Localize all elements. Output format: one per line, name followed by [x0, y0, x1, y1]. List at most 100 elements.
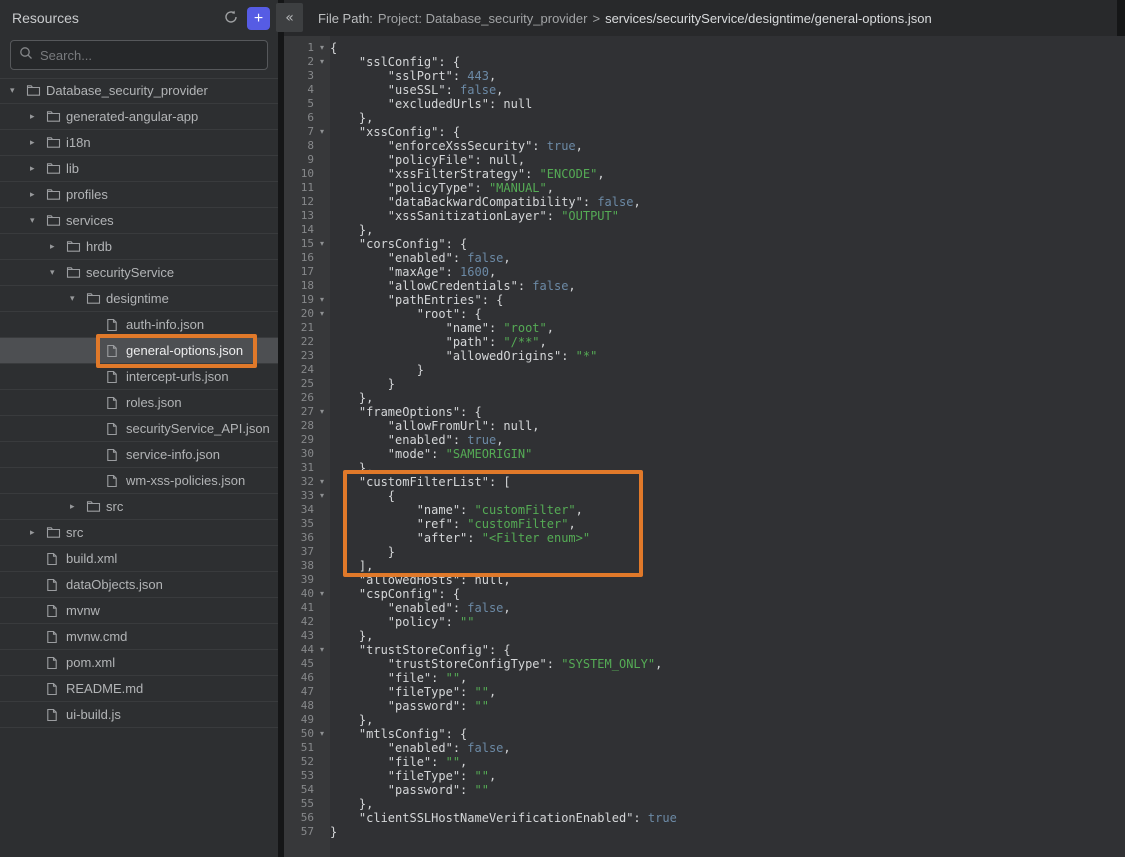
tree-item-designtime[interactable]: ▾designtime [0, 286, 278, 312]
code-line[interactable]: 14 }, [284, 223, 1125, 237]
code-line[interactable]: 36 "after": "<Filter enum>" [284, 531, 1125, 545]
code-line[interactable]: 12 "dataBackwardCompatibility": false, [284, 195, 1125, 209]
fold-chevron-down-icon[interactable]: ▾ [314, 643, 330, 657]
code-line[interactable]: 9 "policyFile": null, [284, 153, 1125, 167]
chevron-right-icon[interactable]: ▸ [30, 190, 46, 200]
fold-chevron-down-icon[interactable]: ▾ [314, 489, 330, 503]
tree-item-ui-build-js[interactable]: ui-build.js [0, 702, 278, 728]
fold-chevron-down-icon[interactable]: ▾ [314, 405, 330, 419]
code-line[interactable]: 38 ], [284, 559, 1125, 573]
tree-item-build-xml[interactable]: build.xml [0, 546, 278, 572]
code-line[interactable]: 32▾ "customFilterList": [ [284, 475, 1125, 489]
code-line[interactable]: 1▾{ [284, 41, 1125, 55]
code-line[interactable]: 46 "file": "", [284, 671, 1125, 685]
tree-item-auth-info-json[interactable]: auth-info.json [0, 312, 278, 338]
code-line[interactable]: 47 "fileType": "", [284, 685, 1125, 699]
code-line[interactable]: 42 "policy": "" [284, 615, 1125, 629]
chevron-down-icon[interactable]: ▾ [70, 294, 86, 304]
code-line[interactable]: 13 "xssSanitizationLayer": "OUTPUT" [284, 209, 1125, 223]
fold-chevron-down-icon[interactable]: ▾ [314, 727, 330, 741]
code-line[interactable]: 3 "sslPort": 443, [284, 69, 1125, 83]
code-line[interactable]: 53 "fileType": "", [284, 769, 1125, 783]
search-input[interactable] [40, 48, 259, 63]
code-line[interactable]: 25 } [284, 377, 1125, 391]
search-box[interactable] [10, 40, 268, 70]
code-line[interactable]: 33▾ { [284, 489, 1125, 503]
fold-chevron-down-icon[interactable]: ▾ [314, 293, 330, 307]
code-line[interactable]: 43 }, [284, 629, 1125, 643]
code-line[interactable]: 18 "allowCredentials": false, [284, 279, 1125, 293]
code-line[interactable]: 37 } [284, 545, 1125, 559]
chevron-right-icon[interactable]: ▸ [30, 138, 46, 148]
code-line[interactable]: 24 } [284, 363, 1125, 377]
code-line[interactable]: 49 }, [284, 713, 1125, 727]
fold-chevron-down-icon[interactable]: ▾ [314, 307, 330, 321]
code-line[interactable]: 21 "name": "root", [284, 321, 1125, 335]
code-line[interactable]: 16 "enabled": false, [284, 251, 1125, 265]
code-line[interactable]: 45 "trustStoreConfigType": "SYSTEM_ONLY"… [284, 657, 1125, 671]
fold-chevron-down-icon[interactable]: ▾ [314, 41, 330, 55]
chevron-right-icon[interactable]: ▸ [50, 242, 66, 252]
tree-item-profiles[interactable]: ▸profiles [0, 182, 278, 208]
refresh-button[interactable] [223, 9, 239, 28]
tree-item-hrdb[interactable]: ▸hrdb [0, 234, 278, 260]
code-line[interactable]: 34 "name": "customFilter", [284, 503, 1125, 517]
code-line[interactable]: 15▾ "corsConfig": { [284, 237, 1125, 251]
tree-item-readme-md[interactable]: README.md [0, 676, 278, 702]
code-line[interactable]: 54 "password": "" [284, 783, 1125, 797]
tree-item-i18n[interactable]: ▸i18n [0, 130, 278, 156]
code-line[interactable]: 51 "enabled": false, [284, 741, 1125, 755]
chevron-right-icon[interactable]: ▸ [30, 164, 46, 174]
tree-item-pom-xml[interactable]: pom.xml [0, 650, 278, 676]
code-line[interactable]: 2▾ "sslConfig": { [284, 55, 1125, 69]
tree-item-src[interactable]: ▸src [0, 494, 278, 520]
code-editor[interactable]: 1▾{2▾ "sslConfig": {3 "sslPort": 443,4 "… [284, 36, 1125, 857]
tree-item-mvnw-cmd[interactable]: mvnw.cmd [0, 624, 278, 650]
tree-item-dataobjects-json[interactable]: dataObjects.json [0, 572, 278, 598]
fold-chevron-down-icon[interactable]: ▾ [314, 55, 330, 69]
code-line[interactable]: 5 "excludedUrls": null [284, 97, 1125, 111]
code-line[interactable]: 17 "maxAge": 1600, [284, 265, 1125, 279]
tree-item-roles-json[interactable]: roles.json [0, 390, 278, 416]
code-line[interactable]: 31 }, [284, 461, 1125, 475]
fold-chevron-down-icon[interactable]: ▾ [314, 475, 330, 489]
tree-item-services[interactable]: ▾services [0, 208, 278, 234]
chevron-right-icon[interactable]: ▸ [30, 112, 46, 122]
code-line[interactable]: 35 "ref": "customFilter", [284, 517, 1125, 531]
chevron-right-icon[interactable]: ▸ [30, 528, 46, 538]
code-line[interactable]: 23 "allowedOrigins": "*" [284, 349, 1125, 363]
tree-item-securityservice-api-json[interactable]: securityService_API.json [0, 416, 278, 442]
code-line[interactable]: 41 "enabled": false, [284, 601, 1125, 615]
code-line[interactable]: 10 "xssFilterStrategy": "ENCODE", [284, 167, 1125, 181]
tree-item-general-options-json[interactable]: general-options.json [0, 338, 278, 364]
code-line[interactable]: 56 "clientSSLHostNameVerificationEnabled… [284, 811, 1125, 825]
chevron-right-icon[interactable]: ▸ [70, 502, 86, 512]
code-line[interactable]: 4 "useSSL": false, [284, 83, 1125, 97]
tree-item-generated-angular-app[interactable]: ▸generated-angular-app [0, 104, 278, 130]
tree-item-lib[interactable]: ▸lib [0, 156, 278, 182]
tree-item-src[interactable]: ▸src [0, 520, 278, 546]
code-line[interactable]: 6 }, [284, 111, 1125, 125]
code-line[interactable]: 50▾ "mtlsConfig": { [284, 727, 1125, 741]
code-line[interactable]: 55 }, [284, 797, 1125, 811]
fold-chevron-down-icon[interactable]: ▾ [314, 125, 330, 139]
fold-chevron-down-icon[interactable]: ▾ [314, 237, 330, 251]
code-line[interactable]: 20▾ "root": { [284, 307, 1125, 321]
code-line[interactable]: 11 "policyType": "MANUAL", [284, 181, 1125, 195]
code-line[interactable]: 52 "file": "", [284, 755, 1125, 769]
code-line[interactable]: 28 "allowFromUrl": null, [284, 419, 1125, 433]
code-line[interactable]: 57} [284, 825, 1125, 839]
tree-item-mvnw[interactable]: mvnw [0, 598, 278, 624]
fold-chevron-down-icon[interactable]: ▾ [314, 587, 330, 601]
code-line[interactable]: 22 "path": "/**", [284, 335, 1125, 349]
tree-item-securityservice[interactable]: ▾securityService [0, 260, 278, 286]
code-line[interactable]: 7▾ "xssConfig": { [284, 125, 1125, 139]
tree-item-wm-xss-policies-json[interactable]: wm-xss-policies.json [0, 468, 278, 494]
collapse-sidebar-button[interactable]: « [276, 3, 303, 32]
chevron-down-icon[interactable]: ▾ [10, 86, 26, 96]
chevron-down-icon[interactable]: ▾ [50, 268, 66, 278]
chevron-down-icon[interactable]: ▾ [30, 216, 46, 226]
code-line[interactable]: 40▾ "cspConfig": { [284, 587, 1125, 601]
add-resource-button[interactable]: + [247, 7, 270, 30]
code-line[interactable]: 19▾ "pathEntries": { [284, 293, 1125, 307]
